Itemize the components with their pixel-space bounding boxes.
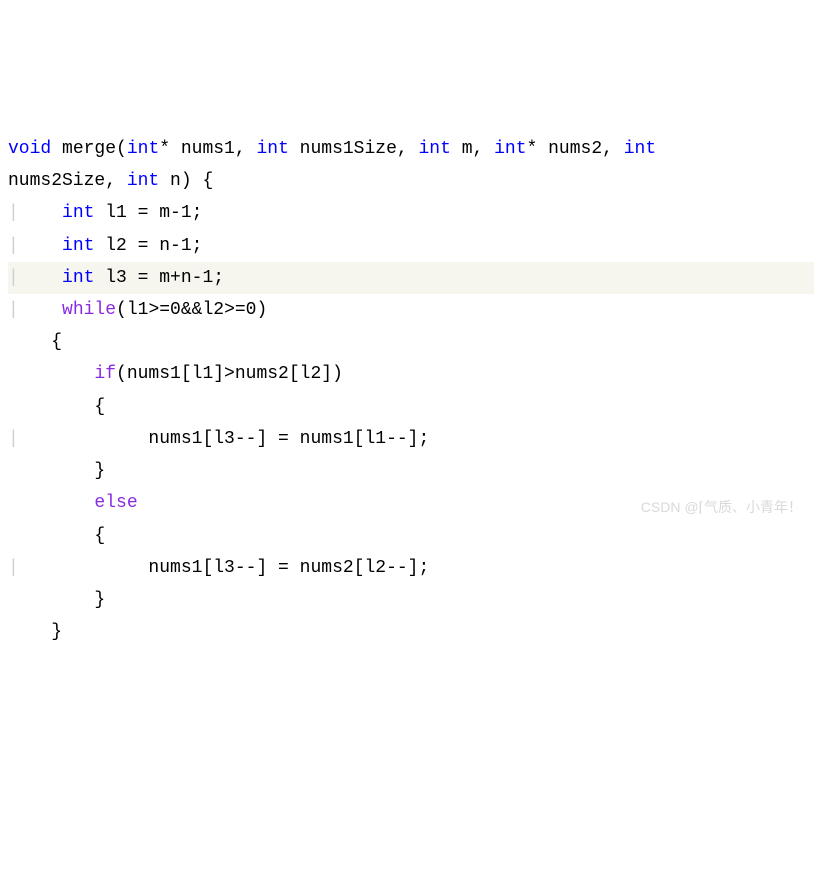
keyword-int: int xyxy=(62,268,94,288)
line-1: void merge(int* nums1, int nums1Size, in… xyxy=(8,139,656,159)
keyword-int: int xyxy=(256,139,288,159)
indent-guide: | xyxy=(8,429,19,449)
keyword-while: while xyxy=(62,300,116,320)
line-2: nums2Size, int n) { xyxy=(8,171,213,191)
keyword-int: int xyxy=(127,139,159,159)
keyword-int: int xyxy=(419,139,451,159)
indent-guide: | xyxy=(8,300,19,320)
line-3: | int l1 = m-1; xyxy=(8,203,202,223)
line-12: else xyxy=(8,493,138,513)
indent-guide: | xyxy=(8,203,19,223)
keyword-else: else xyxy=(94,493,137,513)
line-7: { xyxy=(8,332,62,352)
line-15: } xyxy=(8,590,105,610)
line-9: { xyxy=(8,397,105,417)
line-6: | while(l1>=0&&l2>=0) xyxy=(8,300,267,320)
keyword-int: int xyxy=(624,139,656,159)
keyword-int: int xyxy=(494,139,526,159)
line-16: } xyxy=(8,622,62,642)
keyword-void: void xyxy=(8,139,51,159)
code-block: void merge(int* nums1, int nums1Size, in… xyxy=(8,133,814,649)
line-11: } xyxy=(8,461,105,481)
indent-guide: | xyxy=(8,558,19,578)
line-8: if(nums1[l1]>nums2[l2]) xyxy=(8,364,343,384)
line-5-highlighted: | int l3 = m+n-1; xyxy=(8,262,814,294)
line-4: | int l2 = n-1; xyxy=(8,236,202,256)
keyword-int: int xyxy=(62,203,94,223)
keyword-if: if xyxy=(94,364,116,384)
line-13: { xyxy=(8,526,105,546)
line-14: | nums1[l3--] = nums2[l2--]; xyxy=(8,558,429,578)
line-10: | nums1[l3--] = nums1[l1--]; xyxy=(8,429,429,449)
keyword-int: int xyxy=(62,236,94,256)
indent-guide: | xyxy=(8,236,19,256)
indent-guide: | xyxy=(8,268,19,288)
keyword-int: int xyxy=(127,171,159,191)
